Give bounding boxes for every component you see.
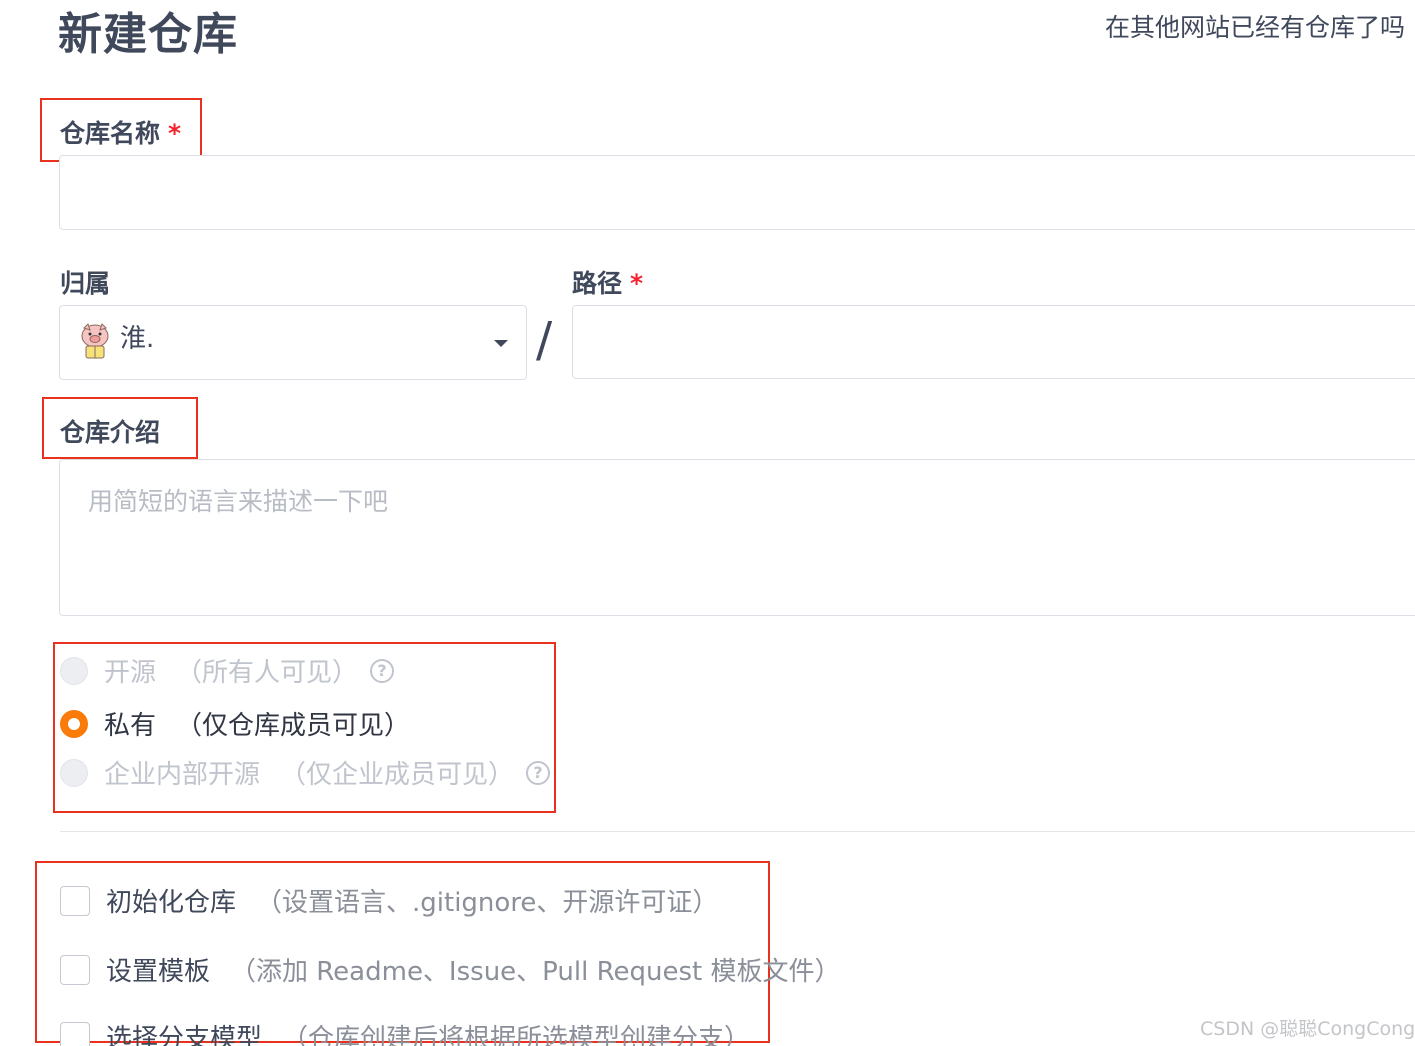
visibility-hint: （所有人可见） xyxy=(176,658,359,688)
visibility-label: 开源 xyxy=(104,658,157,688)
option-template[interactable]: 设置模板 （添加 Readme、Issue、Pull Request 模板文件） xyxy=(60,951,840,988)
repo-name-label-text: 仓库名称 xyxy=(60,119,161,148)
path-separator: / xyxy=(536,312,553,368)
option-branch-model[interactable]: 选择分支模型 （仓库创建后将根据所选模型创建分支） xyxy=(60,1018,750,1046)
pig-avatar-icon xyxy=(81,323,109,359)
chevron-down-icon[interactable] xyxy=(494,340,508,347)
checkbox-branch-model[interactable] xyxy=(60,1021,90,1046)
description-label: 仓库介绍 xyxy=(60,418,161,447)
option-label: 初始化仓库 xyxy=(106,888,237,918)
page-title: 新建仓库 xyxy=(58,9,238,60)
visibility-hint: （仅企业成员可见） xyxy=(280,760,515,790)
path-label: 路径 * xyxy=(572,264,643,300)
visibility-label: 企业内部开源 xyxy=(104,760,261,790)
import-repo-link[interactable]: 在其他网站已经有仓库了吗 xyxy=(1105,8,1405,44)
description-textarea[interactable]: 用简短的语言来描述一下吧 xyxy=(59,459,1415,616)
option-label: 选择分支模型 xyxy=(106,1024,263,1046)
visibility-option-enterprise[interactable]: 企业内部开源 （仅企业成员可见） ? xyxy=(60,754,551,791)
repo-name-input[interactable] xyxy=(59,155,1415,230)
repo-name-label: 仓库名称 * xyxy=(60,114,181,150)
option-hint: （设置语言、.gitignore、开源许可证） xyxy=(256,888,719,918)
question-circle-icon[interactable]: ? xyxy=(526,760,551,785)
option-label: 设置模板 xyxy=(106,957,211,987)
description-placeholder: 用简短的语言来描述一下吧 xyxy=(88,487,389,516)
path-input[interactable] xyxy=(572,305,1415,379)
visibility-label: 私有 xyxy=(104,711,157,741)
visibility-hint: （仅仓库成员可见） xyxy=(176,711,411,741)
owner-label: 归属 xyxy=(60,269,111,298)
path-label-text: 路径 xyxy=(572,269,623,298)
checkbox-template[interactable] xyxy=(60,954,90,985)
option-hint: （添加 Readme、Issue、Pull Request 模板文件） xyxy=(230,957,841,987)
visibility-option-private[interactable]: 私有 （仅仓库成员可见） xyxy=(60,705,410,742)
radio-enterprise[interactable] xyxy=(60,758,88,787)
owner-select[interactable]: 淮. xyxy=(59,305,527,380)
question-circle-icon[interactable]: ? xyxy=(370,658,395,683)
new-repo-page: 新建仓库 在其他网站已经有仓库了吗 仓库名称 * 归属 路径 * 淮. / 仓库介绍 xyxy=(0,0,1415,1046)
radio-private[interactable] xyxy=(60,709,88,738)
radio-public[interactable] xyxy=(60,656,88,685)
option-hint: （仓库创建后将根据所选模型创建分支） xyxy=(282,1024,751,1046)
required-mark: * xyxy=(168,119,182,148)
required-mark: * xyxy=(630,269,644,298)
option-init-repo[interactable]: 初始化仓库 （设置语言、.gitignore、开源许可证） xyxy=(60,882,718,919)
owner-value: 淮. xyxy=(120,324,155,354)
section-divider xyxy=(60,831,1415,832)
watermark: CSDN @聪聪CongCong xyxy=(1200,1018,1415,1040)
visibility-option-public[interactable]: 开源 （所有人可见） ? xyxy=(60,652,395,689)
checkbox-init-repo[interactable] xyxy=(60,885,90,916)
